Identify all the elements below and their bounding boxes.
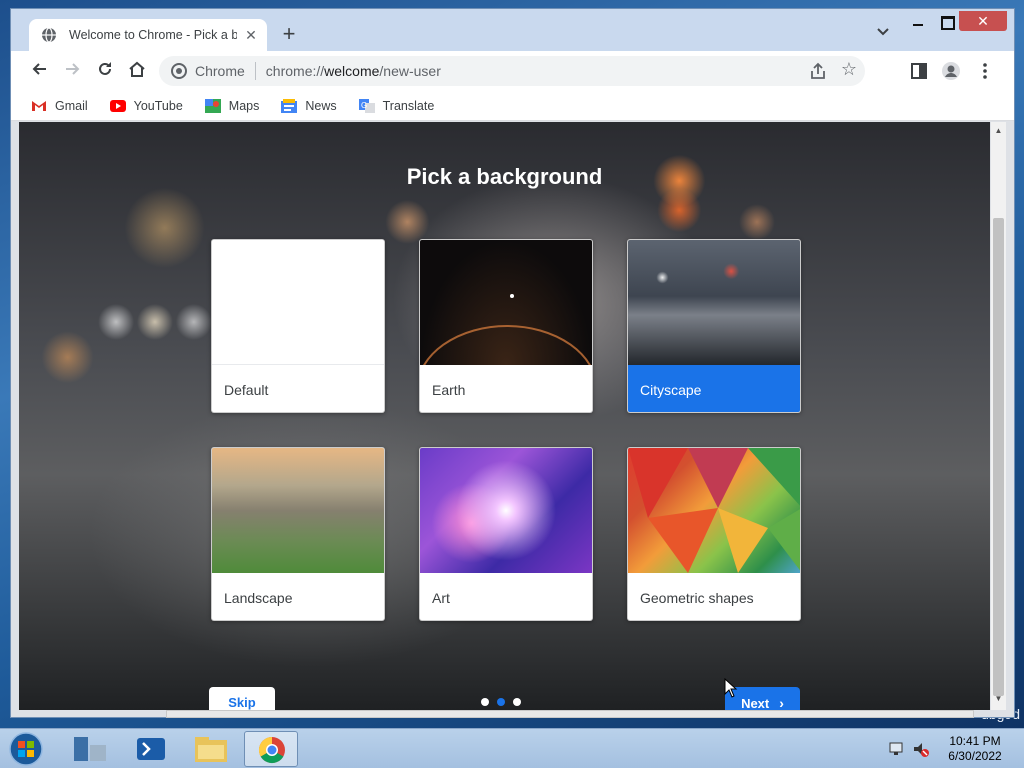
- reload-icon: [99, 62, 111, 75]
- tile-default[interactable]: Default: [211, 239, 385, 413]
- address-bar[interactable]: Chrome chrome://welcome/new-user ☆: [159, 56, 865, 86]
- tile-label: Default: [224, 381, 269, 398]
- earth-image: [420, 294, 592, 412]
- profile-avatar-icon[interactable]: [941, 61, 961, 81]
- tile-cityscape[interactable]: Cityscape: [627, 239, 801, 413]
- tile-label: Geometric shapes: [640, 589, 754, 606]
- tab-title: Welcome to Chrome - Pick a background: [69, 28, 237, 42]
- scroll-down-arrow-icon[interactable]: ▼: [991, 694, 1006, 706]
- thumbnail-default: [212, 240, 384, 365]
- tile-earth[interactable]: Earth: [419, 239, 593, 413]
- globe-icon: [42, 27, 56, 43]
- chrome-taskbar-button[interactable]: [244, 731, 298, 767]
- maps-icon: [204, 98, 221, 113]
- translate-icon: G: [358, 98, 375, 113]
- scroll-up-arrow-icon[interactable]: ▲: [991, 126, 1006, 138]
- server-manager-icon[interactable]: [64, 731, 118, 767]
- bookmark-label: News: [305, 98, 337, 113]
- svg-text:G: G: [361, 101, 367, 110]
- thumbnail-cityscape: [628, 240, 800, 365]
- clock-date: 6/30/2022: [948, 749, 1002, 763]
- minimize-button[interactable]: [909, 13, 929, 29]
- system-clock[interactable]: 10:41 PM 6/30/2022: [940, 734, 1010, 764]
- vertical-scrollbar[interactable]: ▲ ▼: [991, 122, 1006, 710]
- site-name: Chrome: [195, 63, 245, 79]
- youtube-icon: [109, 99, 126, 112]
- geometric-image: [628, 448, 800, 573]
- tab-welcome[interactable]: Welcome to Chrome - Pick a background ✕: [29, 19, 267, 51]
- file-explorer-icon[interactable]: [184, 731, 238, 767]
- step-dot: [481, 698, 489, 706]
- thumbnail-landscape: [212, 448, 384, 573]
- forward-button[interactable]: [61, 59, 85, 83]
- next-button-label: Next: [741, 695, 770, 711]
- scrollbar-thumb[interactable]: [993, 218, 1004, 696]
- back-button[interactable]: [27, 59, 51, 83]
- page-title: Pick a background: [406, 164, 603, 189]
- taskbar: 10:41 PM 6/30/2022: [0, 728, 1024, 768]
- step-dot: [513, 698, 521, 706]
- clock-time: 10:41 PM: [949, 734, 1001, 748]
- bookmark-youtube[interactable]: YouTube: [109, 98, 183, 113]
- back-arrow-icon: [32, 63, 46, 75]
- new-tab-button[interactable]: +: [277, 23, 301, 47]
- chevron-right-icon: ›: [779, 695, 784, 710]
- chrome-icon: [258, 736, 285, 764]
- tab-search-button[interactable]: [873, 25, 893, 45]
- tile-label: Landscape: [224, 589, 293, 606]
- gmail-icon: [32, 100, 46, 111]
- forward-arrow-icon: [66, 63, 80, 75]
- home-button[interactable]: [125, 59, 149, 83]
- bookmark-label: Maps: [228, 98, 260, 113]
- more-menu-icon[interactable]: [975, 61, 995, 81]
- maximize-button[interactable]: [937, 13, 957, 30]
- tile-landscape[interactable]: Landscape: [211, 447, 385, 621]
- bookmarks-bar: Gmail YouTube Maps News G Translate: [11, 91, 1014, 121]
- bookmark-news[interactable]: News: [281, 98, 337, 113]
- start-button[interactable]: [6, 731, 46, 767]
- tile-label: Art: [432, 589, 450, 606]
- skip-button[interactable]: Skip: [209, 687, 275, 710]
- chrome-window: Welcome to Chrome - Pick a background ✕ …: [10, 8, 1015, 718]
- thumbnail-earth: [420, 240, 592, 412]
- tile-art[interactable]: Art: [419, 447, 593, 621]
- bookmark-star-icon[interactable]: ☆: [841, 59, 857, 80]
- side-panel-icon[interactable]: [909, 61, 929, 81]
- powershell-icon[interactable]: [124, 731, 178, 767]
- tile-label: Cityscape: [628, 365, 800, 412]
- bookmark-label: YouTube: [133, 98, 183, 113]
- volume-muted-icon[interactable]: [912, 740, 930, 758]
- bookmark-label: Translate: [382, 98, 435, 113]
- share-icon[interactable]: [809, 62, 827, 80]
- tab-strip: Welcome to Chrome - Pick a background ✕ …: [11, 9, 1014, 51]
- news-icon: [281, 98, 298, 113]
- toolbar: Chrome chrome://welcome/new-user ☆: [11, 51, 1014, 91]
- bookmark-maps[interactable]: Maps: [204, 98, 260, 113]
- thumbnail-geometric-shapes: [628, 448, 800, 573]
- url-text: chrome://welcome/new-user: [265, 63, 441, 79]
- tab-close-button[interactable]: ✕: [243, 27, 259, 44]
- step-indicator: [481, 698, 529, 706]
- bookmark-translate[interactable]: G Translate: [358, 98, 435, 113]
- network-icon[interactable]: [888, 740, 906, 758]
- thumbnail-art: [420, 448, 592, 573]
- tile-label: Earth: [432, 381, 466, 398]
- close-window-button[interactable]: ✕: [959, 11, 1007, 31]
- horizontal-scrollbar[interactable]: [166, 710, 974, 718]
- home-icon: [129, 61, 145, 77]
- bookmark-label: Gmail: [55, 98, 88, 113]
- bookmark-gmail[interactable]: Gmail: [31, 99, 88, 113]
- chrome-site-icon: [171, 63, 187, 79]
- tile-geometric-shapes[interactable]: Geometric shapes: [627, 447, 801, 621]
- mouse-cursor-icon: [724, 678, 738, 698]
- omnibox-separator: [254, 62, 256, 80]
- welcome-page: Pick a background Default Earth Cityscap…: [19, 122, 990, 710]
- reload-button[interactable]: [93, 59, 117, 83]
- step-dot-active: [497, 698, 505, 706]
